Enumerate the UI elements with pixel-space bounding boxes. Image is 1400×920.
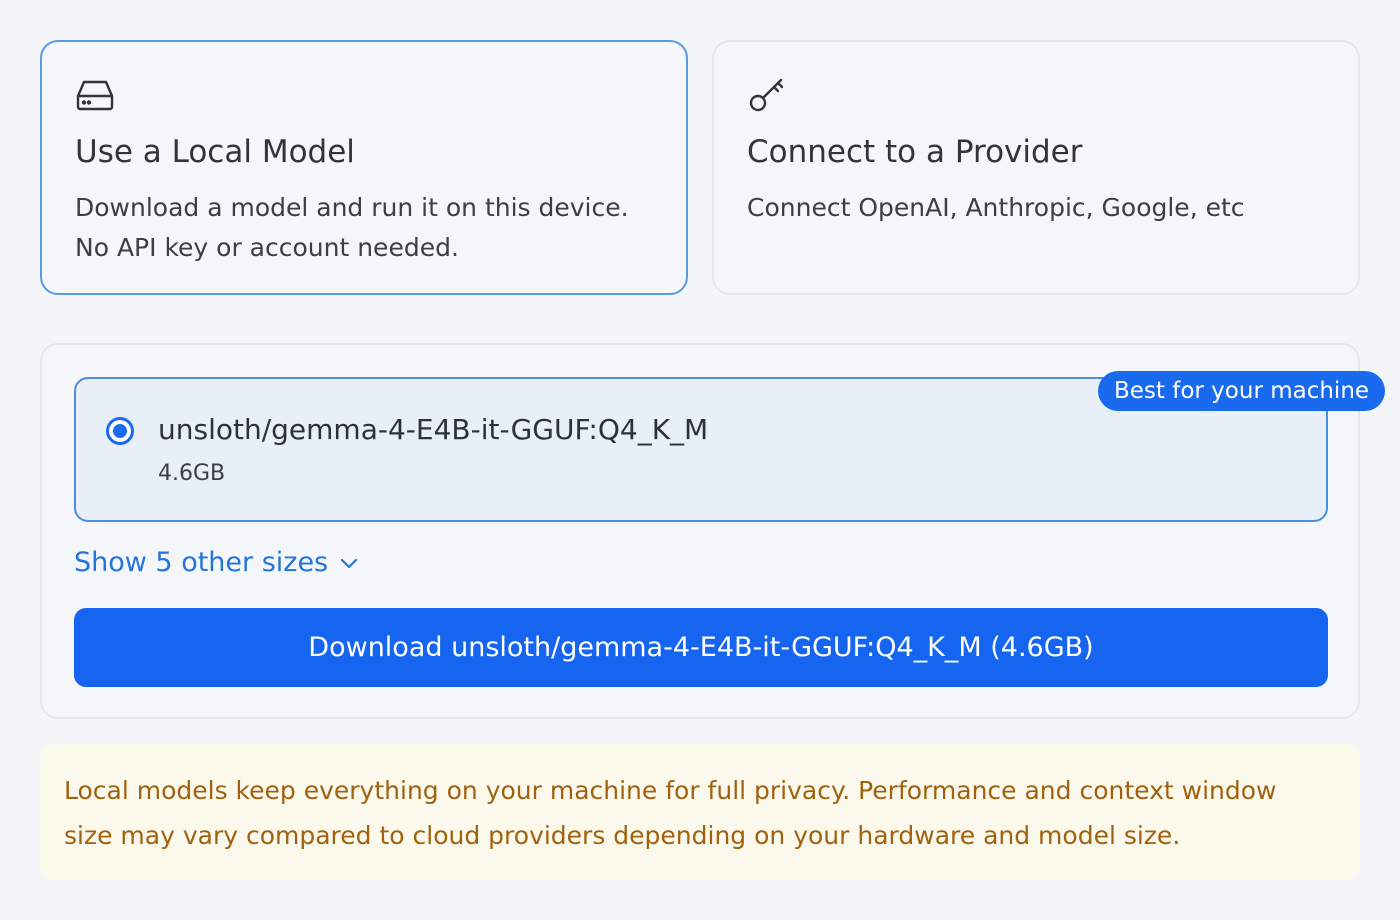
notice-line: size may vary compared to cloud provider…: [64, 821, 1181, 850]
provider-title: Connect to a Provider: [747, 134, 1083, 170]
connect-provider-card[interactable]: Connect to a Provider Connect OpenAI, An…: [712, 40, 1360, 295]
provider-description: Connect OpenAI, Anthropic, Google, etc: [747, 188, 1347, 228]
show-other-sizes-link[interactable]: Show 5 other sizes: [74, 547, 360, 578]
local-model-card[interactable]: Use a Local Model Download a model and r…: [40, 40, 688, 295]
provider-desc-line: Connect OpenAI, Anthropic, Google, etc: [747, 193, 1245, 222]
notice-text: Local models keep everything on your mac…: [64, 768, 1336, 858]
local-model-title: Use a Local Model: [75, 134, 355, 170]
model-name: unsloth/gemma-4-E4B-it-GGUF:Q4_K_M: [158, 413, 709, 446]
download-button[interactable]: Download unsloth/gemma-4-E4B-it-GGUF:Q4_…: [74, 608, 1328, 687]
key-icon: [747, 75, 787, 115]
show-other-sizes-label: Show 5 other sizes: [74, 547, 329, 578]
local-model-desc-line: No API key or account needed.: [75, 233, 459, 262]
model-panel: unsloth/gemma-4-E4B-it-GGUF:Q4_K_M 4.6GB…: [40, 343, 1386, 719]
chevron-down-icon: [338, 552, 360, 574]
local-model-description: Download a model and run it on this devi…: [75, 188, 675, 268]
local-model-desc-line: Download a model and run it on this devi…: [75, 193, 629, 222]
model-option[interactable]: unsloth/gemma-4-E4B-it-GGUF:Q4_K_M 4.6GB…: [74, 371, 1386, 522]
notice-line: Local models keep everything on your mac…: [64, 776, 1277, 805]
best-for-machine-badge: Best for your machine: [1098, 371, 1386, 411]
model-radio[interactable]: [106, 417, 134, 445]
model-size: 4.6GB: [158, 461, 226, 486]
hard-drive-icon: [75, 75, 115, 115]
privacy-notice: Local models keep everything on your mac…: [40, 744, 1360, 880]
